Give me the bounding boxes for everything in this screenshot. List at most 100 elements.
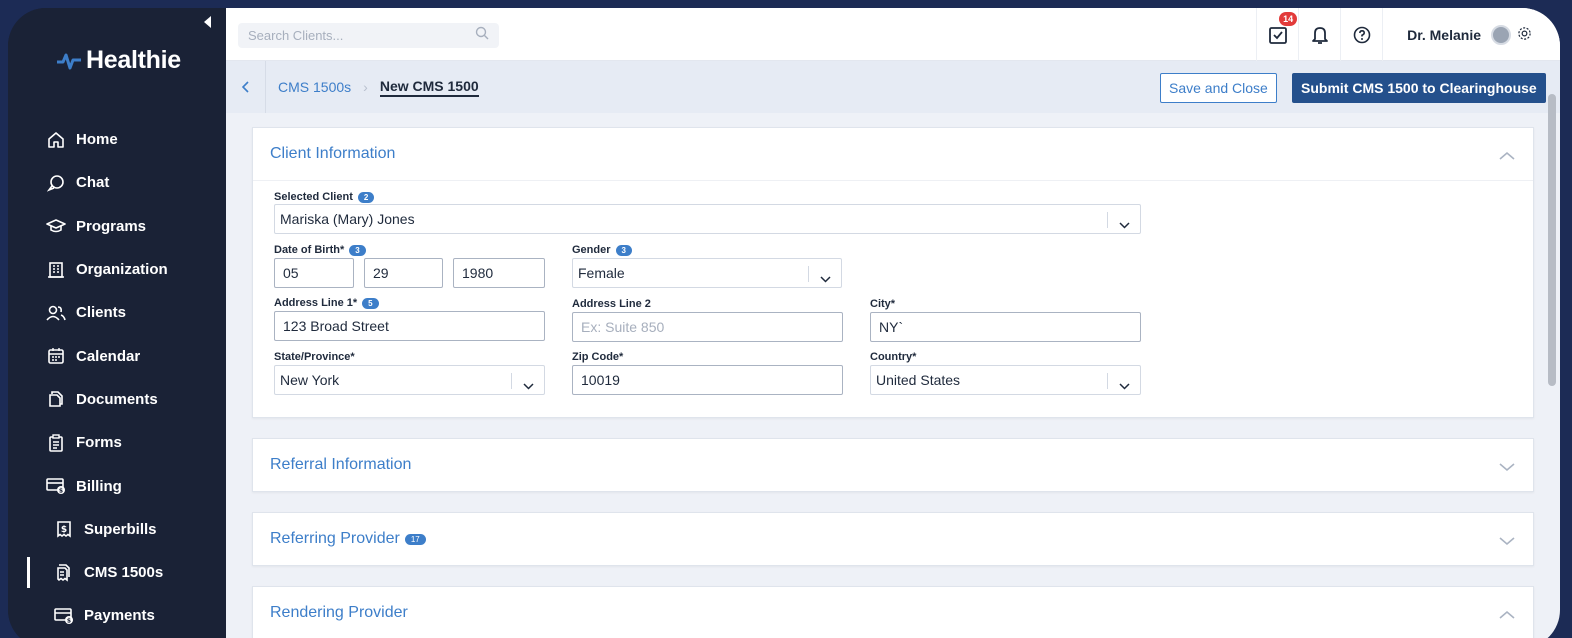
svg-text:$: $ (61, 525, 67, 535)
label-text: Gender (572, 244, 611, 256)
chevron-down-icon[interactable] (1119, 377, 1130, 393)
section-title: Referral Information (270, 456, 412, 473)
label-text: Date of Birth* (274, 244, 345, 256)
referring-provider-section: Referring Provider 17 (252, 512, 1534, 566)
section-title: Client Information (270, 145, 396, 162)
address-line-2-input[interactable]: Ex: Suite 850 (572, 312, 843, 342)
tasks-button[interactable]: 14 (1256, 8, 1298, 61)
country-select[interactable]: United States (870, 365, 1141, 395)
zip-code-input[interactable]: 10019 (572, 365, 843, 395)
sidebar-item-label: Documents (76, 390, 158, 408)
calendar-icon (46, 346, 66, 366)
dob-day-input[interactable]: 29 (364, 258, 443, 288)
selected-client-select[interactable]: Mariska (Mary) Jones (274, 204, 1141, 234)
collapse-sidebar-icon[interactable] (204, 16, 211, 28)
chevron-down-icon[interactable] (523, 377, 534, 393)
dob-month-input[interactable]: 05 (274, 258, 354, 288)
client-information-header[interactable]: Client Information (253, 128, 1533, 180)
sidebar-item-programs[interactable]: Programs (8, 205, 226, 248)
search-icon[interactable] (475, 26, 489, 45)
svg-text:$: $ (67, 617, 71, 624)
chevron-down-icon[interactable] (1499, 533, 1515, 551)
zip-code-label: Zip Code* (572, 351, 624, 363)
state-select[interactable]: New York (274, 365, 545, 395)
client-search[interactable] (238, 23, 499, 48)
submit-to-clearinghouse-button[interactable]: Submit CMS 1500 to Clearinghouse (1292, 73, 1546, 103)
breadcrumb-bar: CMS 1500s › New CMS 1500 Save and Close … (226, 61, 1560, 113)
search-input[interactable] (248, 28, 458, 43)
users-icon (46, 303, 66, 323)
sidebar-item-label: Calendar (76, 347, 141, 365)
billing-icon: $ (46, 476, 66, 496)
select-divider (511, 373, 512, 389)
select-value: Mariska (Mary) Jones (280, 211, 415, 227)
avatar (1491, 24, 1511, 45)
sidebar-item-chat[interactable]: Chat (8, 161, 226, 204)
chevron-down-icon[interactable] (1499, 459, 1515, 477)
receipt-icon (54, 563, 74, 583)
referring-provider-header[interactable]: Referring Provider 17 (253, 513, 1533, 565)
app-window: Healthie Home Chat Programs Organization… (8, 8, 1560, 638)
top-icons: 14 Dr. Melanie (1256, 8, 1560, 61)
home-icon (46, 130, 66, 150)
sidebar-item-cms-1500s[interactable]: CMS 1500s (8, 551, 226, 594)
client-information-body: Selected Client 2 Mariska (Mary) Jones Da… (253, 180, 1533, 417)
state-label: State/Province* (274, 351, 355, 363)
sidebar-item-label: CMS 1500s (84, 564, 164, 582)
select-value: New York (280, 372, 340, 388)
sidebar-item-superbills[interactable]: $ Superbills (8, 508, 226, 551)
sidebar-item-billing[interactable]: $ Billing (8, 464, 226, 507)
select-value: United States (876, 372, 961, 388)
sidebar-item-calendar[interactable]: Calendar (8, 334, 226, 377)
bell-icon (1311, 26, 1328, 44)
user-menu[interactable]: Dr. Melanie (1382, 8, 1560, 61)
selected-client-label: Selected Client 2 (274, 191, 375, 203)
sidebar: Healthie Home Chat Programs Organization… (8, 8, 226, 638)
chevron-up-icon[interactable] (1499, 148, 1515, 166)
field-badge: 2 (357, 191, 375, 203)
referral-information-header[interactable]: Referral Information (253, 439, 1533, 491)
dob-year-input[interactable]: 1980 (453, 258, 545, 288)
help-button[interactable] (1340, 8, 1382, 61)
address-line-1-input[interactable]: 123 Broad Street (274, 311, 545, 341)
country-label: Country* (870, 351, 917, 363)
sidebar-item-payments[interactable]: $ Payments (8, 594, 226, 637)
healthie-logo[interactable]: Healthie (56, 46, 181, 75)
building-icon (46, 260, 66, 280)
client-information-section: Client Information Selected Client 2 Mari… (252, 127, 1534, 418)
documents-icon (46, 389, 66, 409)
rendering-provider-header[interactable]: Rendering Provider (253, 587, 1533, 638)
notifications-button[interactable] (1298, 8, 1340, 61)
sidebar-item-label: Chat (76, 174, 110, 192)
city-input[interactable]: NY` (870, 312, 1141, 342)
sidebar-item-documents[interactable]: Documents (8, 378, 226, 421)
sidebar-item-home[interactable]: Home (8, 118, 226, 161)
gear-icon[interactable] (1517, 26, 1532, 44)
payments-icon: $ (54, 606, 74, 626)
breadcrumb-parent[interactable]: CMS 1500s (278, 79, 351, 95)
section-badge: 17 (404, 533, 426, 545)
chevron-up-icon[interactable] (1499, 607, 1515, 625)
field-badge: 5 (362, 297, 379, 309)
sidebar-item-label: Payments (84, 607, 155, 625)
scrollbar[interactable] (1548, 94, 1556, 386)
save-and-close-button[interactable]: Save and Close (1160, 73, 1277, 103)
gender-select[interactable]: Female (572, 258, 842, 288)
brand-name: Healthie (86, 46, 181, 74)
back-button[interactable] (226, 61, 266, 113)
breadcrumb-current: New CMS 1500 (379, 78, 479, 97)
chevron-down-icon[interactable] (1119, 216, 1130, 232)
sidebar-item-clients[interactable]: Clients (8, 291, 226, 334)
sidebar-item-label: Programs (76, 217, 147, 235)
svg-text:$: $ (59, 488, 63, 495)
sidebar-nav: Home Chat Programs Organization Clients … (8, 118, 226, 638)
dob-label: Date of Birth* 3 (274, 244, 366, 256)
select-divider (1107, 373, 1108, 389)
chevron-down-icon[interactable] (820, 270, 831, 286)
sidebar-item-forms[interactable]: Forms (8, 421, 226, 464)
tasks-icon (1268, 26, 1287, 44)
tasks-badge: 14 (1279, 12, 1298, 26)
sidebar-item-organization[interactable]: Organization (8, 248, 226, 291)
breadcrumb-separator-icon: › (363, 79, 368, 95)
form-content: Client Information Selected Client 2 Mari… (252, 127, 1534, 638)
